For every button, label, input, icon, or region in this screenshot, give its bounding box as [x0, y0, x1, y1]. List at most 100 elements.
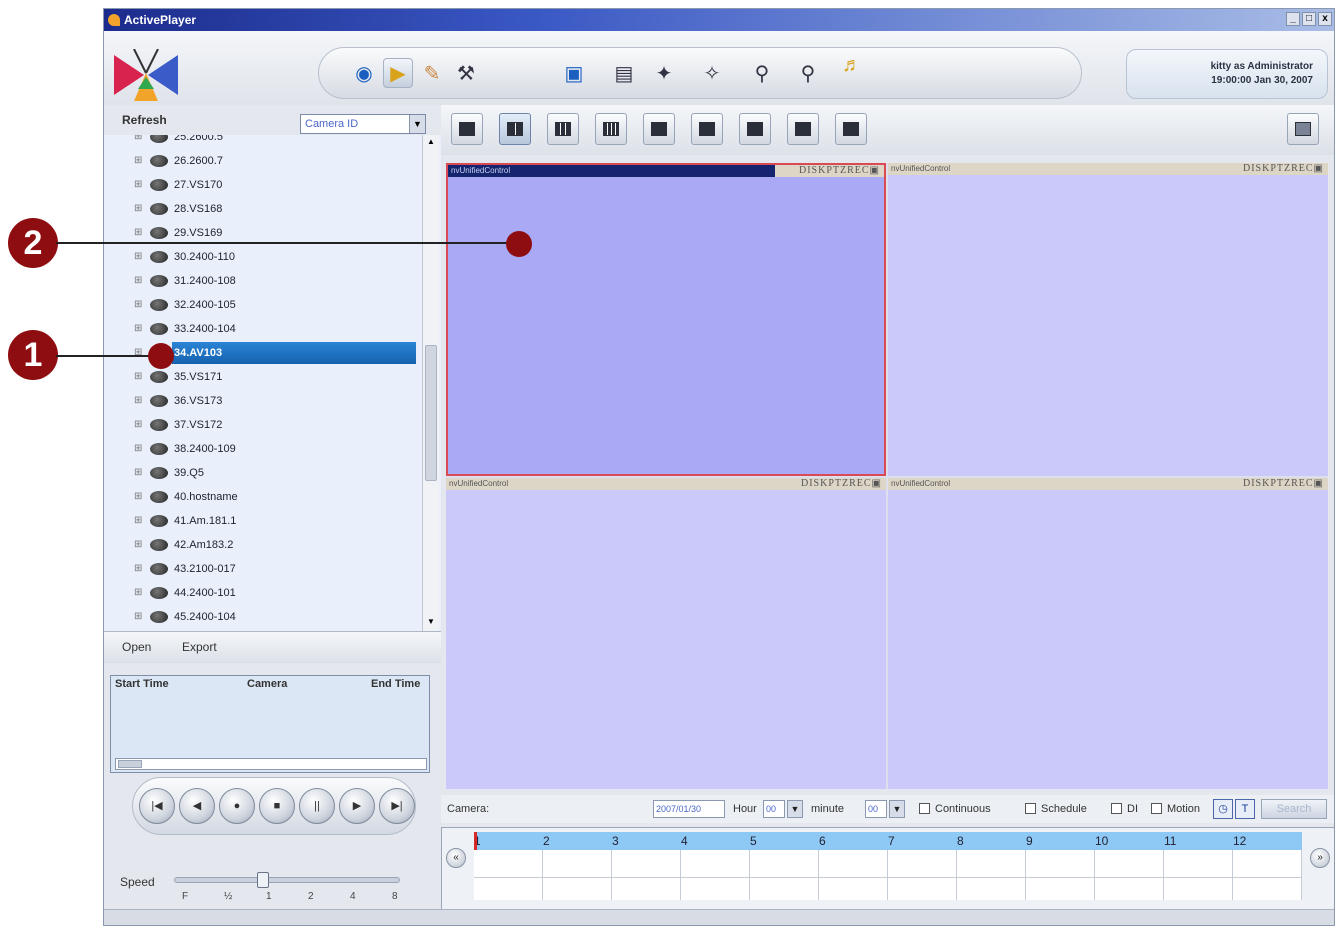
timeline-hour[interactable]: 11	[1164, 832, 1233, 850]
fullscreen-icon[interactable]: ▣	[559, 58, 589, 88]
layout-8-button[interactable]	[691, 113, 723, 145]
refresh-button[interactable]: Refresh	[122, 113, 167, 127]
stop-button[interactable]: ■	[259, 788, 295, 824]
expand-icon[interactable]: ⊞	[134, 581, 142, 605]
close-button[interactable]: x	[1318, 12, 1332, 26]
tree-item[interactable]: ⊞ 27.VS170	[104, 173, 422, 197]
di-checkbox[interactable]	[1111, 803, 1122, 814]
minute-field[interactable]: 00	[865, 800, 887, 818]
volume-icon[interactable]: ♬	[837, 50, 867, 80]
col-end-time[interactable]: End Time	[371, 678, 420, 690]
timeline-cell[interactable]	[750, 878, 819, 900]
expand-icon[interactable]: ⊞	[134, 437, 142, 461]
export-button[interactable]: Export	[182, 640, 217, 654]
expand-icon[interactable]: ⊞	[134, 269, 142, 293]
timeline[interactable]: « 1 2 3 4 5 6 7 8 9 10 11 12 »	[441, 827, 1334, 911]
expand-icon[interactable]: ⊞	[134, 509, 142, 533]
layout-10-button[interactable]	[739, 113, 771, 145]
rewind-button[interactable]: ◀	[179, 788, 215, 824]
timeline-hour[interactable]: 10	[1095, 832, 1164, 850]
prev-button[interactable]: |◀	[139, 788, 175, 824]
expand-icon[interactable]: ⊞	[134, 197, 142, 221]
zoom-area-icon[interactable]: ⚲	[793, 58, 823, 88]
tree-item[interactable]: ⊞ 36.VS173	[104, 389, 422, 413]
tree-item[interactable]: ⊞ 44.2400-101	[104, 581, 422, 605]
tools-icon[interactable]: ⚒	[451, 58, 481, 88]
timeline-cell[interactable]	[1233, 878, 1302, 900]
video-viewport-3[interactable]: nvUnifiedControl DISKPTZREC▣	[446, 478, 886, 789]
layout-1-button[interactable]	[451, 113, 483, 145]
title-bar[interactable]: ActivePlayer _ □ x	[104, 9, 1334, 31]
expand-icon[interactable]: ⊞	[134, 389, 142, 413]
video-viewport-2[interactable]: nvUnifiedControl DISKPTZREC▣	[888, 163, 1328, 476]
timeline-cell[interactable]	[888, 850, 957, 878]
layout-4-button[interactable]	[499, 113, 531, 145]
minute-dropdown-icon[interactable]: ▼	[889, 800, 905, 818]
timeline-cell[interactable]	[819, 878, 888, 900]
timeline-cell[interactable]	[1095, 878, 1164, 900]
expand-icon[interactable]: ⊞	[134, 485, 142, 509]
timeline-cell[interactable]	[474, 878, 543, 900]
ptz-icon[interactable]: ✦	[649, 58, 679, 88]
timeline-cell[interactable]	[888, 878, 957, 900]
timeline-cell[interactable]	[681, 850, 750, 878]
speed-slider-knob[interactable]	[257, 872, 269, 888]
expand-icon[interactable]: ⊞	[134, 461, 142, 485]
snapshot-icon[interactable]: ▤	[609, 58, 639, 88]
timeline-cell[interactable]	[819, 850, 888, 878]
eye-icon[interactable]: ◉	[349, 58, 379, 88]
timeline-cell[interactable]	[612, 850, 681, 878]
timeline-prev-icon[interactable]: «	[446, 848, 466, 868]
expand-icon[interactable]: ⊞	[134, 413, 142, 437]
tree-item[interactable]: ⊞ 30.2400-110	[104, 245, 422, 269]
schedule-checkbox[interactable]	[1025, 803, 1036, 814]
record-hscrollbar[interactable]	[115, 758, 427, 770]
col-camera[interactable]: Camera	[247, 678, 287, 690]
expand-icon[interactable]: ⊞	[134, 173, 142, 197]
timeline-cell[interactable]	[474, 850, 543, 878]
tree-item[interactable]: ⊞ 41.Am.181.1	[104, 509, 422, 533]
video-viewport-1[interactable]: nvUnifiedControl DISKPTZREC▣	[446, 163, 886, 476]
tree-item[interactable]: ⊞ 43.2100-017	[104, 557, 422, 581]
timeline-cell[interactable]	[543, 878, 612, 900]
expand-icon[interactable]: ⊞	[134, 341, 142, 365]
open-button[interactable]: Open	[122, 640, 151, 654]
tree-item[interactable]: ⊞ 33.2400-104	[104, 317, 422, 341]
motion-checkbox[interactable]	[1151, 803, 1162, 814]
layout-6-button[interactable]	[643, 113, 675, 145]
expand-icon[interactable]: ⊞	[134, 365, 142, 389]
hour-dropdown-icon[interactable]: ▼	[787, 800, 803, 818]
layout-custom-button[interactable]	[835, 113, 867, 145]
expand-icon[interactable]: ⊞	[134, 293, 142, 317]
timeline-hour[interactable]: 6	[819, 832, 888, 850]
clock-icon[interactable]: ◷	[1213, 799, 1233, 819]
tree-item[interactable]: ⊞ 32.2400-105	[104, 293, 422, 317]
text-icon[interactable]: T	[1235, 799, 1255, 819]
zoom-icon[interactable]: ⚲	[747, 58, 777, 88]
timeline-hour[interactable]: 2	[543, 832, 612, 850]
video-viewport-4[interactable]: nvUnifiedControl DISKPTZREC▣	[888, 478, 1328, 789]
tree-item[interactable]: ⊞ 45.2400-104	[104, 605, 422, 629]
play-icon[interactable]: ▶	[383, 58, 413, 88]
speed-slider[interactable]	[174, 872, 400, 888]
timeline-cell[interactable]	[1026, 850, 1095, 878]
layout-16-button[interactable]	[595, 113, 627, 145]
timeline-hour[interactable]: 8	[957, 832, 1026, 850]
timeline-cell[interactable]	[1164, 878, 1233, 900]
timeline-cell[interactable]	[1164, 850, 1233, 878]
timeline-next-icon[interactable]: »	[1310, 848, 1330, 868]
timeline-cell[interactable]	[1095, 850, 1164, 878]
timeline-hour[interactable]: 12	[1233, 832, 1302, 850]
config-icon[interactable]: ✎	[417, 58, 447, 88]
timeline-hour[interactable]: 7	[888, 832, 957, 850]
layout-settings-button[interactable]	[1287, 113, 1319, 145]
tree-item[interactable]: ⊞ 37.VS172	[104, 413, 422, 437]
tree-item[interactable]: ⊞ 35.VS171	[104, 365, 422, 389]
timeline-hour[interactable]: 5	[750, 832, 819, 850]
scroll-up-icon[interactable]: ▲	[425, 137, 437, 149]
expand-icon[interactable]: ⊞	[134, 135, 142, 149]
tree-item[interactable]: ⊞ 31.2400-108	[104, 269, 422, 293]
camera-sort-select[interactable]: Camera ID ▼	[300, 114, 426, 134]
tree-scrollbar[interactable]: ▲ ▼	[422, 135, 439, 631]
expand-icon[interactable]: ⊞	[134, 557, 142, 581]
